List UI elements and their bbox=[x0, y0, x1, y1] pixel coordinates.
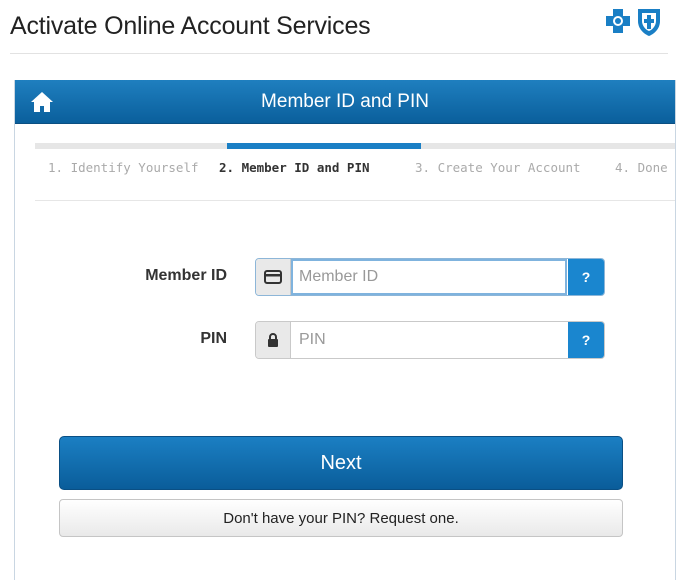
blue-cross-blue-shield-logo bbox=[606, 9, 660, 36]
step-indicator: 1. Identify Yourself 2. Member ID and PI… bbox=[35, 160, 675, 184]
progress-track bbox=[35, 143, 675, 149]
blue-shield-icon bbox=[638, 9, 660, 36]
pin-label: PIN bbox=[200, 330, 227, 347]
step-create-your-account: 3. Create Your Account bbox=[415, 160, 581, 175]
steps-divider bbox=[35, 200, 675, 201]
lock-icon bbox=[256, 322, 291, 358]
member-id-label: Member ID bbox=[145, 267, 227, 284]
pin-help-button[interactable]: ? bbox=[568, 322, 604, 358]
next-button[interactable]: Next bbox=[59, 436, 623, 490]
panel-header: Member ID and PIN bbox=[15, 80, 675, 124]
member-id-row: Member ID ? bbox=[15, 258, 675, 296]
member-id-input[interactable] bbox=[291, 259, 567, 295]
pin-input[interactable] bbox=[291, 322, 567, 358]
step-done: 4. Done bbox=[615, 160, 668, 175]
progress-active-segment bbox=[227, 143, 421, 149]
pin-row: PIN ? bbox=[15, 321, 675, 359]
blue-cross-icon bbox=[606, 9, 630, 33]
id-card-icon bbox=[256, 259, 291, 295]
panel-header-title: Member ID and PIN bbox=[261, 91, 429, 112]
title-divider bbox=[10, 53, 668, 54]
pin-input-group: ? bbox=[255, 321, 605, 359]
member-id-input-group: ? bbox=[255, 258, 605, 296]
step-identify-yourself: 1. Identify Yourself bbox=[48, 160, 199, 175]
activation-panel: Member ID and PIN 1. Identify Yourself 2… bbox=[14, 80, 676, 580]
request-pin-button[interactable]: Don't have your PIN? Request one. bbox=[59, 499, 623, 537]
member-id-help-button[interactable]: ? bbox=[568, 259, 604, 295]
step-member-id-and-pin: 2. Member ID and PIN bbox=[219, 160, 370, 175]
page-title: Activate Online Account Services bbox=[10, 12, 371, 40]
